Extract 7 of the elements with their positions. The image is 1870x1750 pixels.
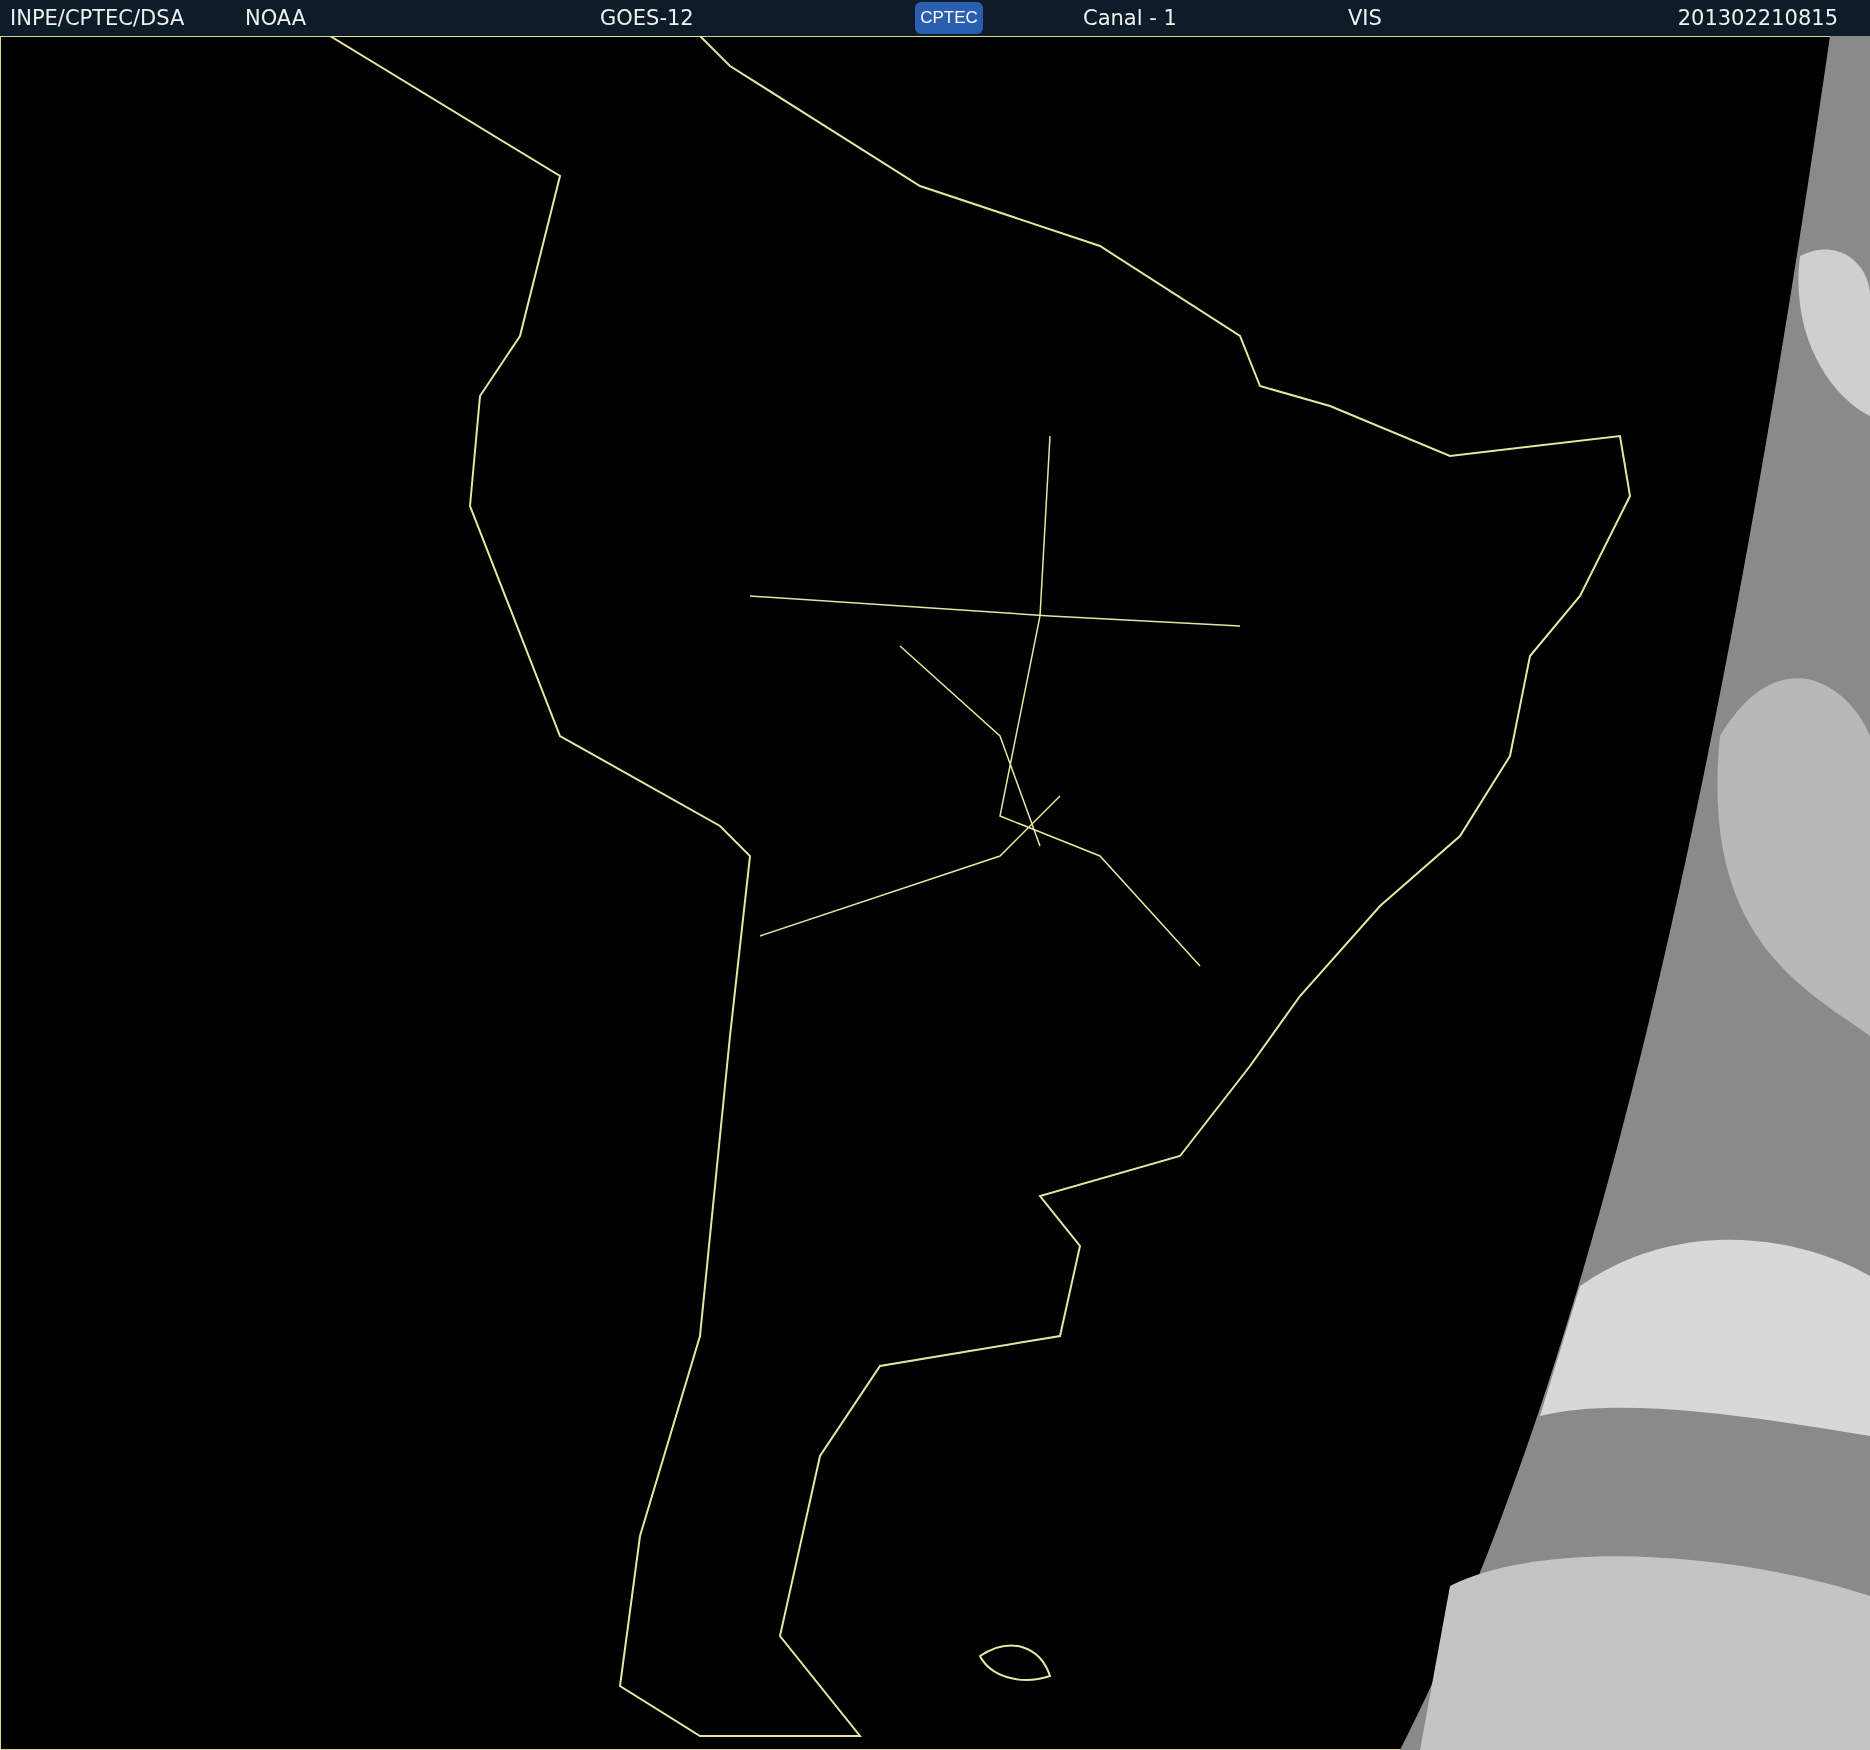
header-label: VIS: [1348, 6, 1383, 30]
header-label: 201302210815: [1677, 6, 1838, 30]
header-label: GOES-12: [600, 6, 695, 30]
logo: CPTEC: [915, 2, 983, 34]
header-label: Canal - 1: [1083, 6, 1178, 30]
header-label: INPE/CPTEC/DSA: [10, 6, 186, 30]
header-label: NOAA: [245, 6, 308, 30]
